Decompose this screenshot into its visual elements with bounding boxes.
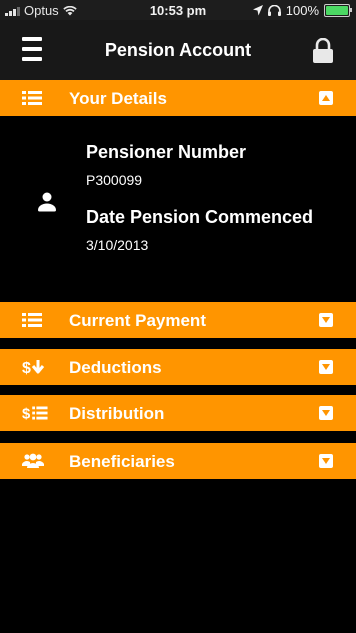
collapse-toggle-icon[interactable] — [319, 91, 333, 105]
screen: Optus 10:53 pm 100% Pension Account Your… — [0, 0, 356, 633]
expand-toggle-icon[interactable] — [319, 313, 333, 327]
user-icon — [38, 192, 56, 212]
pensioner-number-value: P300099 — [86, 172, 143, 188]
svg-text:$: $ — [22, 360, 31, 376]
section-header-beneficiaries[interactable]: Beneficiaries — [0, 443, 356, 479]
pensioner-number-label: Pensioner Number — [86, 142, 247, 162]
page-title: Pension Account — [104, 40, 252, 60]
status-right: 100% — [252, 3, 352, 18]
section-header-deductions[interactable]: $ Deductions — [0, 349, 356, 385]
section-label-current-payment: Current Payment — [69, 311, 206, 330]
expand-toggle-icon[interactable] — [319, 406, 333, 420]
dollar-list-icon: $ — [22, 404, 48, 422]
location-arrow-icon — [252, 5, 263, 16]
section-label-beneficiaries: Beneficiaries — [69, 452, 175, 471]
battery-icon — [324, 4, 352, 17]
battery-percent: 100% — [285, 3, 319, 18]
details-panel: Pensioner Number P300099 Date Pension Co… — [0, 116, 356, 296]
expand-toggle-icon[interactable] — [319, 454, 333, 468]
dollar-down-arrow-icon: $ — [22, 358, 48, 376]
svg-text:$: $ — [22, 407, 31, 422]
list-icon — [22, 89, 48, 107]
section-label-deductions: Deductions — [69, 358, 162, 377]
section-header-your-details[interactable]: Your Details — [0, 80, 356, 116]
users-icon — [22, 452, 48, 470]
date-commenced-value: 3/10/2013 — [86, 237, 149, 253]
section-header-current-payment[interactable]: Current Payment — [0, 302, 356, 338]
section-label-distribution: Distribution — [69, 404, 165, 423]
section-label-your-details: Your Details — [69, 89, 167, 108]
list-icon — [22, 311, 48, 329]
nav-bar: Pension Account — [0, 20, 356, 80]
lock-icon[interactable] — [312, 38, 334, 64]
expand-toggle-icon[interactable] — [319, 360, 333, 374]
status-bar: Optus 10:53 pm 100% — [0, 0, 356, 20]
date-commenced-label: Date Pension Commenced — [86, 207, 314, 227]
section-header-distribution[interactable]: $ Distribution — [0, 395, 356, 431]
headphones-icon — [267, 5, 281, 16]
